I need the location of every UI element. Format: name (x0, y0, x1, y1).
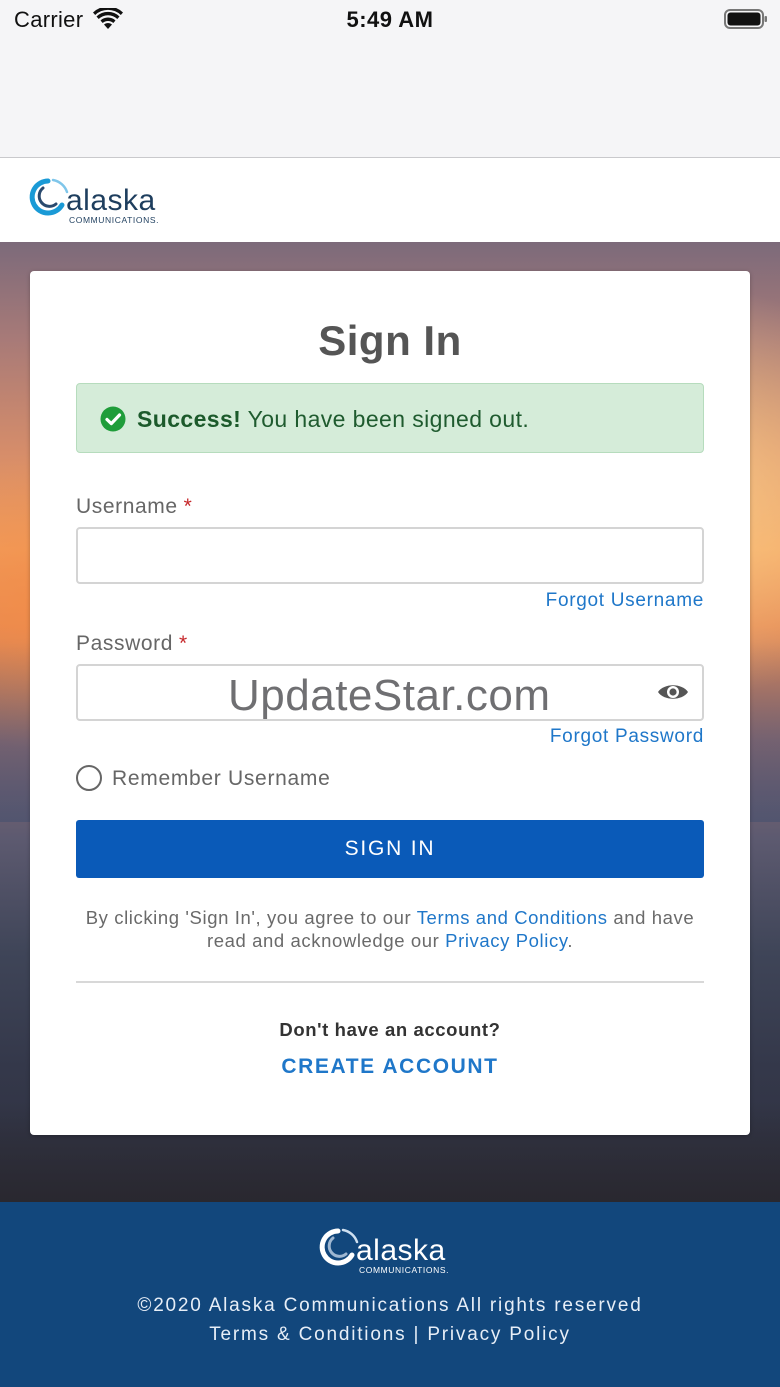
clock: 5:49 AM (346, 7, 434, 32)
sign-in-card: Sign In Success! You have been signed ou… (30, 271, 750, 1135)
alaska-footer-logo: alaska COMMUNICATIONS. (316, 1222, 466, 1278)
alert-strong: Success! (137, 406, 242, 432)
check-circle-icon (100, 406, 126, 432)
footer-link-separator: | (413, 1324, 421, 1345)
status-bar: Carrier 5:49 AM (0, 0, 780, 158)
logo-wordmark: alaska (66, 184, 156, 217)
divider (76, 981, 704, 983)
footer-links: Terms & Conditions | Privacy Policy (0, 1324, 780, 1346)
privacy-policy-link[interactable]: Privacy Policy (445, 930, 567, 951)
footer-privacy-link[interactable]: Privacy Policy (427, 1324, 570, 1345)
footer: alaska COMMUNICATIONS. ©2020 Alaska Comm… (0, 1202, 780, 1387)
app-header: alaska COMMUNICATIONS. (0, 158, 780, 242)
alaska-footer-logo-mark: alaska COMMUNICATIONS. (319, 1228, 449, 1275)
forgot-username-link[interactable]: Forgot Username (546, 590, 704, 612)
password-label: Password * (76, 632, 188, 656)
logo-subtitle: COMMUNICATIONS. (69, 215, 159, 225)
required-mark: * (179, 632, 188, 655)
alaska-logo-mark: alaska COMMUNICATIONS. (29, 178, 159, 225)
alaska-logo[interactable]: alaska COMMUNICATIONS. (26, 172, 176, 228)
agreement-suffix: . (567, 930, 574, 951)
show-password-eye-icon[interactable] (656, 677, 690, 707)
create-account-link[interactable]: CREATE ACCOUNT (30, 1055, 750, 1079)
page-title: Sign In (318, 317, 462, 364)
copyright-text: ©2020 Alaska Communications All rights r… (137, 1295, 643, 1316)
agreement-text: By clicking 'Sign In', you agree to our … (76, 906, 704, 952)
footer-logo-subtitle: COMMUNICATIONS. (359, 1265, 449, 1275)
username-label: Username * (76, 495, 192, 519)
success-alert: Success! You have been signed out. (76, 383, 704, 453)
footer-logo-wordmark: alaska (356, 1234, 446, 1267)
battery-icon (724, 9, 767, 29)
password-label-text: Password (76, 632, 174, 655)
sign-in-button[interactable]: SIGN IN (76, 820, 704, 878)
alert-text: Success! You have been signed out. (137, 406, 529, 433)
username-label-text: Username (76, 495, 178, 518)
terms-and-conditions-link[interactable]: Terms and Conditions (417, 907, 608, 928)
remember-username-radio[interactable] (76, 765, 102, 791)
username-input[interactable] (76, 527, 704, 584)
agreement-prefix: By clicking 'Sign In', you agree to our (85, 907, 412, 928)
forgot-password-link[interactable]: Forgot Password (550, 726, 704, 748)
watermark-text: UpdateStar.com (228, 671, 551, 720)
footer-terms-link[interactable]: Terms & Conditions (209, 1324, 406, 1345)
required-mark: * (183, 495, 193, 518)
no-account-text: Don't have an account? (279, 1019, 501, 1040)
alert-message: You have been signed out. (247, 406, 530, 432)
remember-username-label: Remember Username (112, 767, 331, 790)
